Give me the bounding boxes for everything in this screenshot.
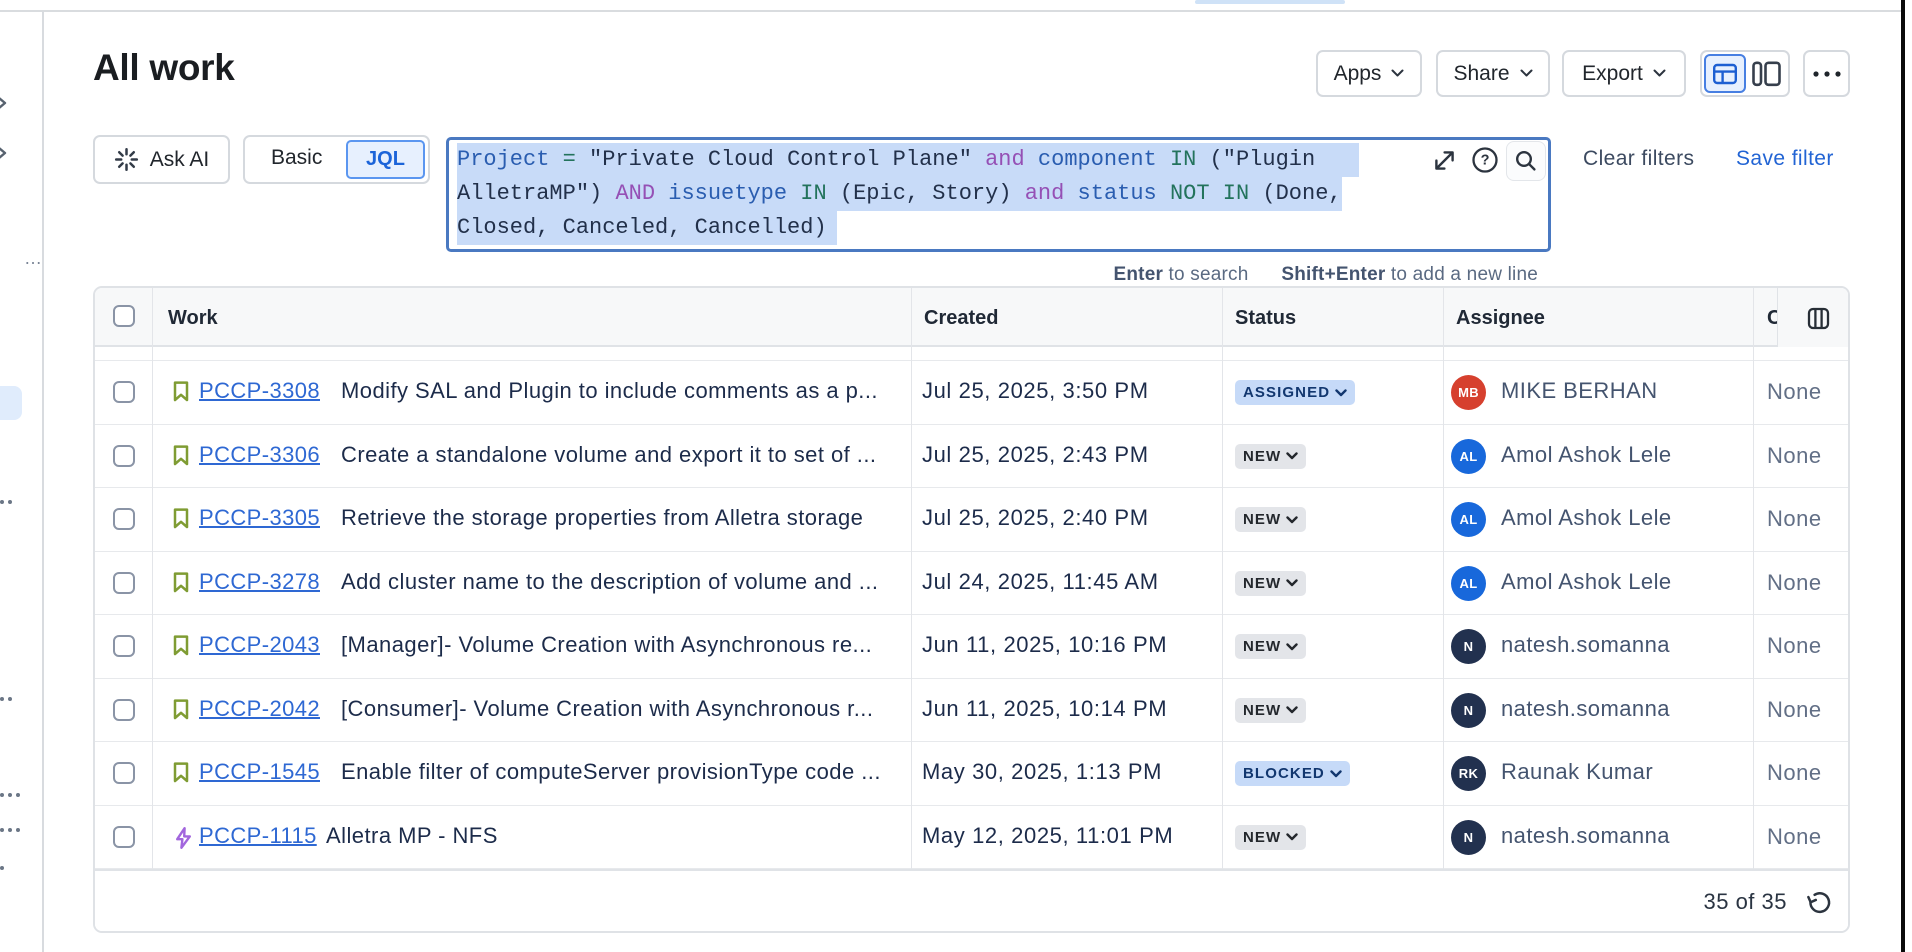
svg-text:?: ? [1481, 153, 1490, 169]
